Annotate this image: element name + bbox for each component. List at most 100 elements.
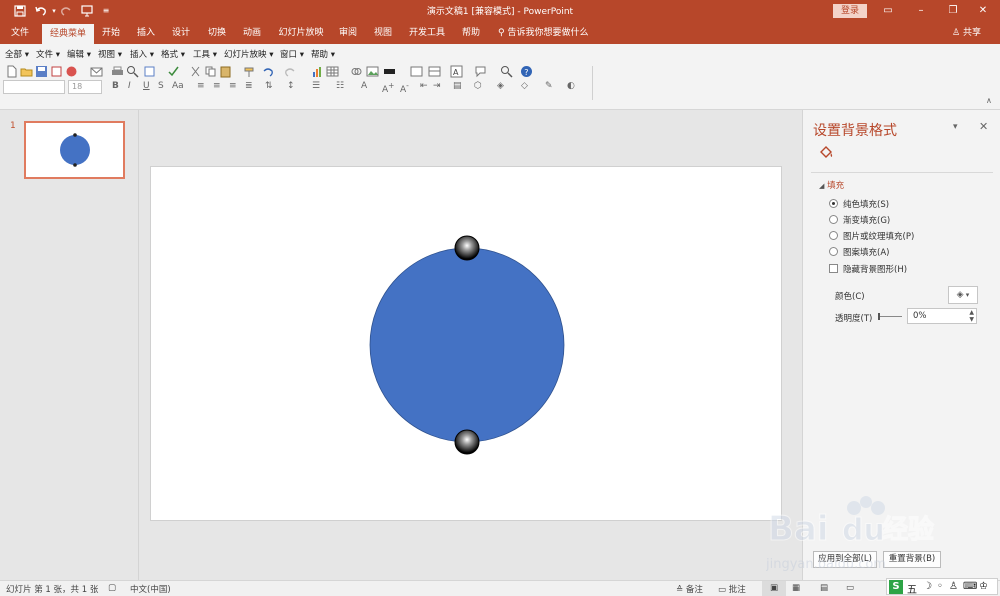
- menu-all[interactable]: 全部 ▾: [5, 48, 29, 60]
- menu-window[interactable]: 窗口 ▾: [280, 48, 304, 60]
- fill-option-pattern[interactable]: 图案填充(A): [829, 246, 889, 258]
- copy-icon[interactable]: [204, 65, 217, 78]
- permission-icon[interactable]: [65, 65, 78, 78]
- tab-classic-menu[interactable]: 经典菜单: [42, 24, 94, 44]
- menu-edit[interactable]: 编辑 ▾: [67, 48, 91, 60]
- format-painter-icon[interactable]: [243, 65, 256, 78]
- pane-options-icon[interactable]: ▾: [953, 122, 958, 132]
- close-icon[interactable]: ✕: [975, 3, 991, 19]
- menu-format[interactable]: 格式 ▾: [161, 48, 185, 60]
- collapse-ribbon-icon[interactable]: ∧: [986, 96, 992, 105]
- fill-option-solid[interactable]: 纯色填充(S): [829, 198, 889, 210]
- apply-to-all-button[interactable]: 应用到全部(L): [813, 551, 877, 568]
- menu-file[interactable]: 文件 ▾: [36, 48, 60, 60]
- line-style-icon[interactable]: [383, 65, 396, 78]
- restore-icon[interactable]: ❐: [945, 3, 961, 19]
- bullets-icon[interactable]: ☰: [312, 81, 320, 91]
- italic-icon[interactable]: I: [128, 81, 131, 91]
- ime-user-icon[interactable]: ♙: [949, 581, 958, 592]
- spinner-icon[interactable]: ▲ ▼: [969, 309, 974, 323]
- increase-indent-icon[interactable]: ⇥: [433, 81, 441, 91]
- transparency-slider[interactable]: [878, 316, 902, 317]
- tab-transitions[interactable]: 切换: [202, 22, 232, 44]
- print-icon[interactable]: [111, 65, 124, 78]
- shape-effects-icon[interactable]: ✎: [545, 81, 553, 91]
- decrease-font-icon[interactable]: A-: [400, 81, 409, 95]
- spell-check-icon[interactable]: ▢: [108, 583, 116, 593]
- slide-thumbnail[interactable]: [24, 121, 125, 179]
- transparency-input[interactable]: 0% ▲ ▼: [907, 308, 977, 324]
- new-document-icon[interactable]: [5, 65, 18, 78]
- sogou-ime-icon[interactable]: S: [889, 580, 903, 594]
- align-left-icon[interactable]: ≡: [197, 81, 205, 91]
- shape-fill-icon[interactable]: ◈: [497, 81, 504, 91]
- paste-icon[interactable]: [219, 65, 232, 78]
- tell-me-search[interactable]: ⚲ 告诉我你想要做什么: [498, 22, 588, 44]
- menu-insert[interactable]: 插入 ▾: [130, 48, 154, 60]
- insert-table-icon[interactable]: [326, 65, 339, 78]
- menu-help[interactable]: 帮助 ▾: [311, 48, 335, 60]
- font-color-icon[interactable]: A: [361, 81, 367, 91]
- tab-slideshow[interactable]: 幻灯片放映: [273, 22, 329, 44]
- shapes-icon[interactable]: ⬡: [474, 81, 482, 91]
- slide-sorter-icon[interactable]: [428, 65, 441, 78]
- fill-option-picture[interactable]: 图片或纹理填充(P): [829, 230, 914, 242]
- insert-chart-icon[interactable]: [311, 65, 324, 78]
- text-direction-icon[interactable]: ⇅: [265, 81, 273, 91]
- top-connector-knob[interactable]: [454, 235, 480, 261]
- transparency-slider-thumb[interactable]: [878, 313, 880, 320]
- underline-icon[interactable]: U: [143, 81, 150, 91]
- help-icon[interactable]: ?: [520, 65, 533, 78]
- redo-icon[interactable]: [284, 65, 297, 78]
- textbox-icon[interactable]: A: [450, 65, 463, 78]
- save-icon[interactable]: [12, 3, 28, 19]
- punctuation-icon[interactable]: ◦: [937, 581, 943, 592]
- increase-font-icon[interactable]: A+: [382, 81, 394, 95]
- fill-section-header[interactable]: ◢ 填充: [819, 179, 844, 191]
- view-normal-icon[interactable]: [410, 65, 423, 78]
- tab-design[interactable]: 设计: [166, 22, 196, 44]
- align-center-icon[interactable]: ≡: [213, 81, 221, 91]
- hide-bg-checkbox[interactable]: [829, 264, 838, 273]
- slide-canvas[interactable]: [150, 166, 782, 521]
- minimize-icon[interactable]: –: [913, 3, 929, 19]
- redo-icon[interactable]: [58, 3, 74, 19]
- tab-home[interactable]: 开始: [96, 22, 126, 44]
- radio-gradient[interactable]: [829, 215, 838, 224]
- save-icon[interactable]: [35, 65, 48, 78]
- radio-pattern[interactable]: [829, 247, 838, 256]
- slideshow-view-icon[interactable]: ▭: [846, 583, 854, 593]
- radio-picture[interactable]: [829, 231, 838, 240]
- decrease-indent-icon[interactable]: ⇤: [420, 81, 428, 91]
- undo-icon[interactable]: [261, 65, 274, 78]
- reset-background-button[interactable]: 重置背景(B): [883, 551, 941, 568]
- tab-help[interactable]: 帮助: [456, 22, 486, 44]
- tab-developer[interactable]: 开发工具: [404, 22, 450, 44]
- font-size-combo[interactable]: 18: [68, 80, 102, 94]
- tab-insert[interactable]: 插入: [131, 22, 161, 44]
- skin-icon[interactable]: ♔: [979, 581, 988, 592]
- cut-icon[interactable]: [189, 65, 202, 78]
- close-icon[interactable]: ✕: [979, 120, 988, 133]
- shape-outline-icon[interactable]: ◇: [521, 81, 528, 91]
- zoom-icon[interactable]: [500, 65, 513, 78]
- keyboard-icon[interactable]: ⌨: [963, 581, 977, 592]
- shadow-icon[interactable]: S: [158, 81, 164, 91]
- customize-toolbar-icon[interactable]: ≡: [98, 3, 114, 19]
- comments-button[interactable]: ▭ 批注: [718, 583, 746, 595]
- ribbon-display-icon[interactable]: ▭: [880, 3, 896, 19]
- align-right-icon[interactable]: ≡: [229, 81, 237, 91]
- fill-option-gradient[interactable]: 渐变填充(G): [829, 214, 890, 226]
- spelling-icon[interactable]: [167, 65, 180, 78]
- insert-picture-icon[interactable]: [366, 65, 379, 78]
- print-preview-icon[interactable]: [50, 65, 63, 78]
- menu-slideshow[interactable]: 幻灯片放映 ▾: [224, 48, 273, 60]
- reading-view-icon[interactable]: ▤: [820, 583, 828, 593]
- slide-sorter-view-icon[interactable]: ▦: [792, 583, 800, 593]
- email-icon[interactable]: [90, 65, 103, 78]
- justify-icon[interactable]: ≣: [245, 81, 253, 91]
- hyperlink-icon[interactable]: [350, 65, 363, 78]
- notes-button[interactable]: ≙ 备注: [676, 583, 703, 595]
- page-setup-icon[interactable]: [143, 65, 156, 78]
- bold-icon[interactable]: B: [112, 81, 119, 91]
